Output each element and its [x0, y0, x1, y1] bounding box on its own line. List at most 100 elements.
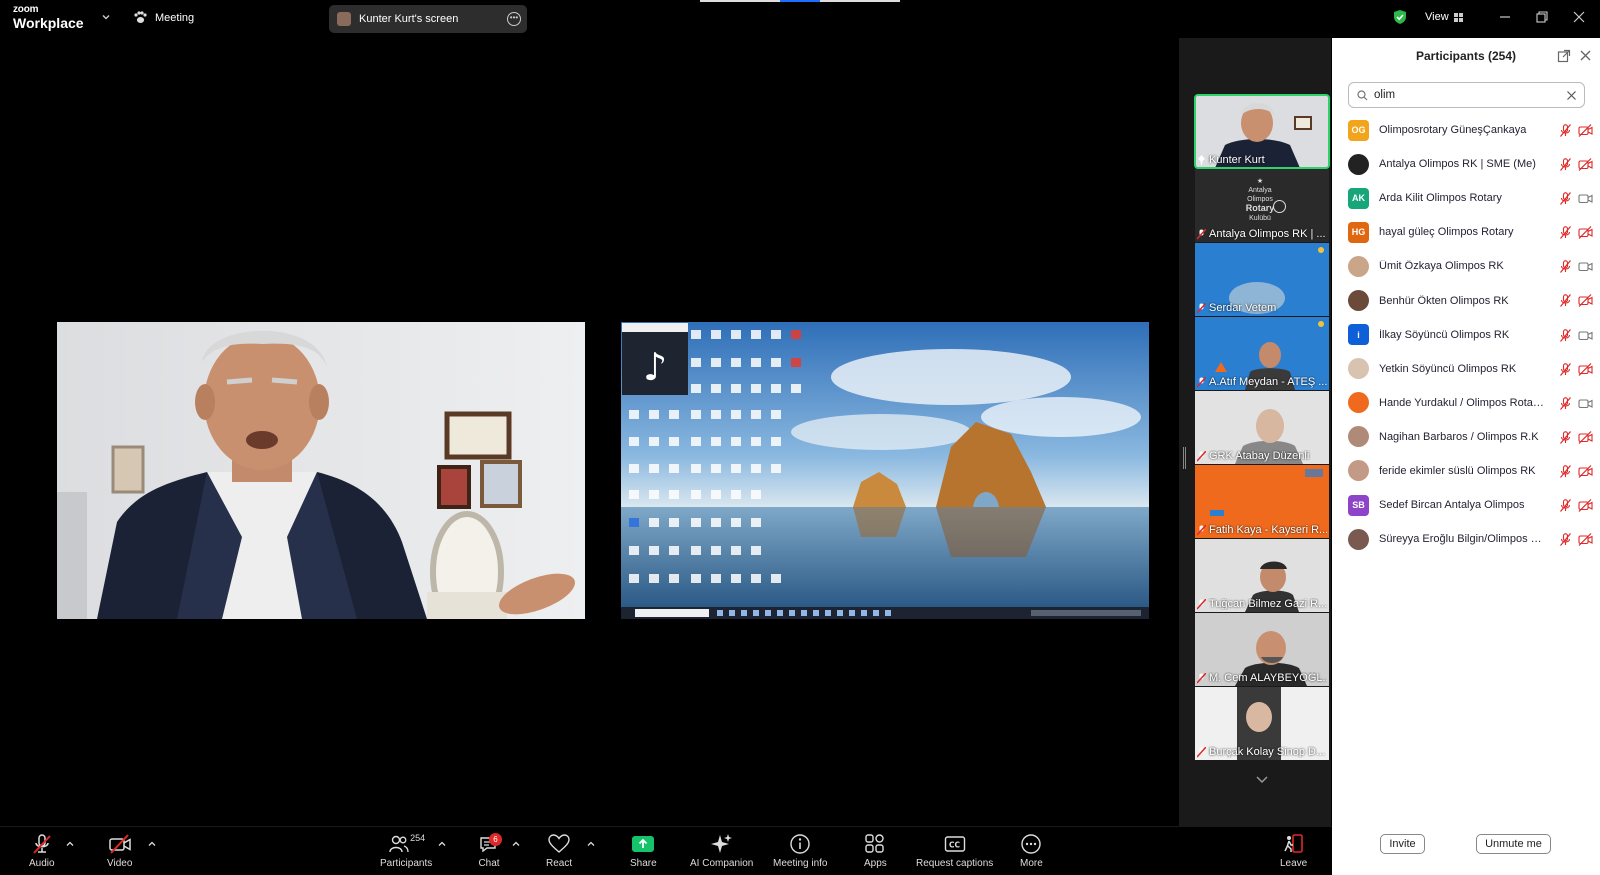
mic-muted-icon[interactable]	[1560, 124, 1571, 137]
mic-muted-icon[interactable]	[1560, 396, 1571, 410]
chevron-up-icon[interactable]	[587, 840, 595, 848]
invite-button[interactable]: Invite	[1380, 834, 1425, 854]
participant-row[interactable]: Antalya Olimpos RK | SME (Me)	[1348, 147, 1593, 181]
top-bar: zoom Workplace Meeting Kunter Kurt's scr…	[0, 0, 1600, 37]
close-icon[interactable]	[1580, 50, 1591, 61]
shared-screen[interactable]: ♪	[621, 322, 1149, 619]
participant-row[interactable]: Yetkin Söyüncü Olimpos RK	[1348, 352, 1593, 386]
video-off-icon[interactable]	[1578, 533, 1593, 547]
restore-icon[interactable]	[1535, 10, 1549, 24]
mic-muted-icon[interactable]	[1560, 499, 1571, 512]
chevron-up-icon[interactable]	[512, 840, 520, 848]
participant-row[interactable]: Benhür Ökten Olimpos RK	[1348, 283, 1593, 317]
tile-name: M. Cem ALAYBEYOĞL...	[1197, 672, 1327, 684]
audio-button[interactable]: Audio	[29, 833, 55, 869]
participants-button[interactable]: 254 Participants	[380, 833, 432, 869]
gallery-tile[interactable]: Tuğcan Bilmez Gazi R...	[1195, 539, 1329, 612]
chevron-up-icon[interactable]	[148, 840, 156, 848]
gallery-tile[interactable]: Burçak Kolay Sinop D...	[1195, 687, 1329, 760]
participant-name: Hande Yurdakul / Olimpos Rotar...	[1379, 396, 1545, 409]
participant-row[interactable]: i İlkay Söyüncü Olimpos RK	[1348, 318, 1593, 352]
chat-button[interactable]: 6 Chat	[476, 833, 502, 869]
popout-icon[interactable]	[1557, 49, 1571, 63]
participant-status-icons	[1560, 328, 1593, 342]
chevron-down-icon[interactable]	[101, 12, 111, 22]
participants-list: OG Olimposrotary GüneşÇankaya Antalya Olim…	[1348, 113, 1593, 556]
mic-muted-icon[interactable]	[1560, 328, 1571, 342]
participant-status-icons	[1560, 158, 1593, 172]
mic-muted-icon[interactable]	[1560, 430, 1571, 444]
avatar	[1348, 528, 1369, 550]
mic-muted-icon[interactable]	[1560, 362, 1571, 376]
avatar: i	[1348, 324, 1369, 346]
search-input[interactable]	[1374, 89, 1554, 101]
screen-share-pill[interactable]: Kunter Kurt's screen •••	[329, 5, 527, 33]
video-off-icon[interactable]	[1578, 499, 1593, 512]
clear-search-icon[interactable]	[1566, 90, 1577, 101]
mic-muted-icon[interactable]	[1560, 158, 1571, 171]
gallery-tile[interactable]: Serdar Vetem	[1195, 243, 1329, 316]
share-button[interactable]: Share	[630, 833, 657, 869]
video-off-icon[interactable]	[1578, 158, 1593, 172]
mic-muted-icon[interactable]	[1560, 294, 1571, 308]
speaker-video[interactable]	[57, 322, 585, 619]
unmute-me-button[interactable]: Unmute me	[1476, 834, 1551, 854]
chevron-up-icon[interactable]	[438, 840, 446, 848]
gallery-tile[interactable]: M. Cem ALAYBEYOĞL...	[1195, 613, 1329, 686]
gallery-tile[interactable]: Kunter Kurt	[1194, 94, 1330, 169]
video-on-icon[interactable]	[1578, 260, 1593, 273]
participant-row[interactable]: Ümit Özkaya Olimpos RK	[1348, 249, 1593, 283]
participant-row[interactable]: Hande Yurdakul / Olimpos Rotar...	[1348, 386, 1593, 420]
video-button[interactable]: Video	[107, 833, 132, 869]
participant-row[interactable]: OG Olimposrotary GüneşÇankaya	[1348, 113, 1593, 147]
mic-muted-icon[interactable]	[1560, 192, 1571, 206]
gallery-tile[interactable]: A.Atıf Meydan - ATEŞ ...	[1195, 317, 1329, 390]
chat-badge: 6	[489, 833, 502, 846]
more-icon[interactable]: •••	[507, 12, 521, 26]
react-button[interactable]: React	[546, 833, 572, 869]
mic-muted-icon[interactable]	[1560, 226, 1571, 240]
video-off-icon[interactable]	[1578, 294, 1593, 308]
participant-row[interactable]: SB Sedef Bircan Antalya Olimpos	[1348, 488, 1593, 522]
video-on-icon[interactable]	[1578, 192, 1593, 205]
avatar	[337, 12, 351, 26]
participant-row[interactable]: Süreyya Eroğlu Bilgin/Olimpos RK	[1348, 522, 1593, 556]
participant-name: Benhür Ökten Olimpos RK	[1379, 294, 1509, 307]
participants-search[interactable]	[1348, 82, 1585, 108]
video-on-icon[interactable]	[1578, 329, 1593, 342]
minimize-icon[interactable]	[1498, 10, 1512, 24]
panel-resize-handle[interactable]	[1183, 447, 1186, 469]
more-button[interactable]: More	[1020, 833, 1043, 869]
video-off-icon[interactable]	[1578, 430, 1593, 444]
participant-row[interactable]: Nagihan Barbaros / Olimpos R.K	[1348, 420, 1593, 454]
participant-row[interactable]: HG hayal güleç Olimpos Rotary	[1348, 215, 1593, 249]
meeting-menu[interactable]: Meeting	[133, 11, 194, 24]
svg-text:CC: CC	[949, 841, 961, 850]
video-off-icon[interactable]	[1578, 465, 1593, 478]
gallery-tile[interactable]: ★ Antalya Olimpos Rotary Kulübü Antalya Oli…	[1195, 169, 1329, 242]
view-button[interactable]: View	[1425, 11, 1463, 23]
video-on-icon[interactable]	[1578, 397, 1593, 410]
paw-icon	[134, 11, 147, 23]
mic-muted-icon[interactable]	[1560, 260, 1571, 274]
mic-muted-icon[interactable]	[1560, 465, 1571, 478]
chevron-up-icon[interactable]	[66, 840, 74, 848]
ai-companion-button[interactable]: AI Companion	[690, 833, 753, 869]
video-off-icon[interactable]	[1578, 124, 1593, 137]
apps-button[interactable]: Apps	[864, 833, 887, 869]
participant-row[interactable]: feride ekimler süslü Olimpos RK	[1348, 454, 1593, 488]
video-off-icon[interactable]	[1578, 226, 1593, 240]
gallery-tile[interactable]: Fatih Kaya - Kayseri R...	[1195, 465, 1329, 538]
participant-row[interactable]: AK Arda Kilit Olimpos Rotary	[1348, 181, 1593, 215]
chevron-down-icon[interactable]	[1255, 774, 1269, 784]
meeting-info-button[interactable]: Meeting info	[773, 833, 827, 869]
request-captions-label: Request captions	[916, 858, 994, 869]
gallery-tile[interactable]: GRK Atabay Düzenli	[1195, 391, 1329, 464]
request-captions-button[interactable]: CC Request captions	[916, 833, 993, 869]
leave-button[interactable]: Leave	[1280, 833, 1307, 869]
shield-icon[interactable]	[1393, 9, 1407, 25]
video-off-icon[interactable]	[1578, 362, 1593, 376]
svg-text:♪: ♪	[643, 345, 667, 389]
close-icon[interactable]	[1572, 10, 1586, 24]
mic-muted-icon[interactable]	[1560, 533, 1571, 547]
